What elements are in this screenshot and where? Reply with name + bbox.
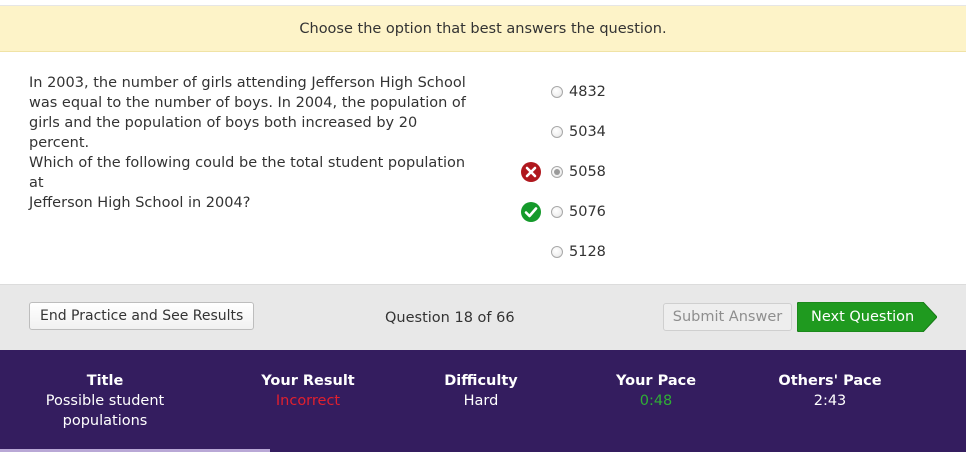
stat-others-pace: Others' Pace 2:43 bbox=[755, 371, 905, 411]
question-line: Which of the following could be the tota… bbox=[29, 155, 466, 191]
stats-bar: Title Possible student populations Your … bbox=[0, 350, 966, 452]
instruction-banner: Choose the option that best answers the … bbox=[0, 6, 966, 52]
radio-button[interactable] bbox=[551, 86, 563, 98]
stat-value: Possible student bbox=[45, 393, 165, 409]
radio-button[interactable] bbox=[551, 126, 563, 138]
question-text: In 2003, the number of girls attending J… bbox=[29, 73, 479, 213]
answer-choice[interactable]: 5128 bbox=[520, 232, 720, 272]
stat-header: Your Result bbox=[261, 373, 355, 389]
end-practice-button[interactable]: End Practice and See Results bbox=[29, 302, 255, 330]
stat-difficulty: Difficulty Hard bbox=[406, 371, 556, 411]
radio-button-selected[interactable] bbox=[551, 166, 563, 178]
stat-value: 2:43 bbox=[813, 393, 847, 409]
stat-value: 0:48 bbox=[639, 393, 673, 409]
question-line: girls and the population of boys both in… bbox=[29, 115, 418, 151]
stat-header: Your Pace bbox=[615, 373, 697, 389]
radio-button[interactable] bbox=[551, 246, 563, 258]
choice-label[interactable]: 5034 bbox=[569, 122, 606, 142]
stat-value: Incorrect bbox=[275, 393, 341, 409]
x-circle-icon bbox=[521, 162, 541, 182]
stat-header: Title bbox=[86, 373, 124, 389]
stat-your-pace: Your Pace 0:48 bbox=[581, 371, 731, 411]
stat-result: Your Result Incorrect bbox=[233, 371, 383, 411]
next-question-button[interactable]: Next Question bbox=[797, 302, 937, 332]
answer-choices: 4832 5034 5058 5076 5128 bbox=[520, 72, 720, 272]
instruction-text: Choose the option that best answers the … bbox=[299, 20, 667, 37]
answer-choice[interactable]: 4832 bbox=[520, 72, 720, 112]
check-circle-icon bbox=[521, 202, 541, 222]
stat-header: Others' Pace bbox=[778, 373, 882, 389]
action-bar: End Practice and See Results Question 18… bbox=[0, 284, 966, 350]
answer-choice[interactable]: 5076 bbox=[520, 192, 720, 232]
choice-label[interactable]: 5128 bbox=[569, 242, 606, 262]
answer-choice[interactable]: 5034 bbox=[520, 112, 720, 152]
answer-choice[interactable]: 5058 bbox=[520, 152, 720, 192]
choice-label[interactable]: 5058 bbox=[569, 162, 606, 182]
stat-header: Difficulty bbox=[444, 373, 518, 389]
next-question-label: Next Question bbox=[811, 309, 915, 325]
stat-title: Title Possible student populations bbox=[30, 371, 180, 431]
question-line: was equal to the number of boys. In 2004… bbox=[29, 95, 466, 111]
choice-label[interactable]: 5076 bbox=[569, 202, 606, 222]
radio-button[interactable] bbox=[551, 206, 563, 218]
stat-value: Hard bbox=[463, 393, 499, 409]
question-counter: Question 18 of 66 bbox=[385, 310, 515, 326]
question-line: In 2003, the number of girls attending J… bbox=[29, 75, 466, 91]
question-line: Jefferson High School in 2004? bbox=[29, 195, 251, 211]
choice-label[interactable]: 4832 bbox=[569, 82, 606, 102]
submit-answer-button[interactable]: Submit Answer bbox=[663, 303, 792, 331]
stat-value: populations bbox=[62, 413, 148, 429]
